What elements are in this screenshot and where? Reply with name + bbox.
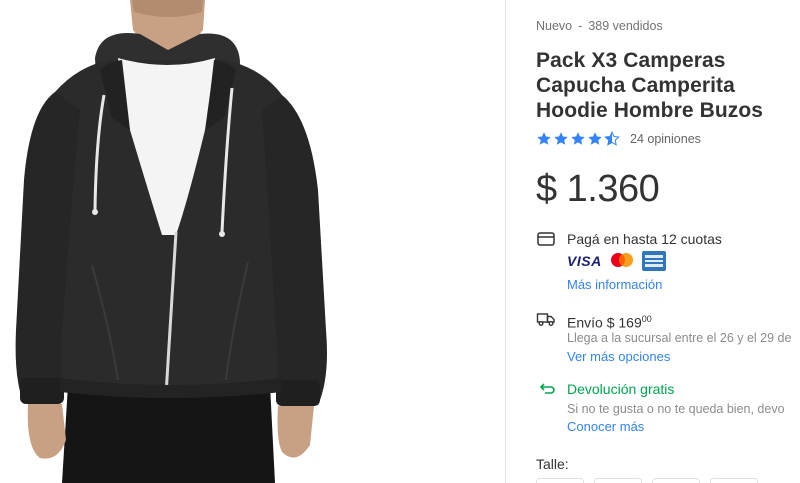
installments-text: Pagá en hasta 12 cuotas [567, 231, 722, 247]
shipping-price: Envío $ 169 [567, 314, 642, 331]
reviews-count[interactable]: 24 opiniones [630, 132, 701, 146]
product-title: Pack X3 Camperas Capucha Camperita Hoodi… [536, 49, 764, 122]
size-options [536, 478, 758, 483]
mastercard-logo [610, 253, 633, 267]
american-express-icon [641, 251, 666, 271]
size-option[interactable] [594, 478, 642, 483]
size-option[interactable] [710, 478, 758, 483]
meta-separator: - [578, 19, 583, 33]
returns-detail: Si no te gusta o no te queda bien, devo [567, 402, 785, 416]
shipping-detail: Llega a la sucursal entre el 26 y el 29 … [567, 331, 792, 345]
hoodie-model-image [15, 0, 327, 483]
return-arrow-icon [539, 383, 555, 394]
payment-more-info-link[interactable]: Más información [567, 277, 662, 292]
size-label: Talle: [536, 456, 569, 472]
price: $1.360 [536, 168, 660, 211]
condition-label: Nuevo [536, 19, 573, 33]
sold-count: 389 vendidos [588, 19, 663, 33]
price-value: 1.360 [566, 168, 660, 210]
returns-label: Devolución gratis [567, 381, 675, 397]
currency-symbol: $ [536, 168, 557, 210]
payment-cards: VISA [567, 251, 666, 271]
product-meta: Nuevo -389 vendidos [536, 19, 663, 33]
shipping-text: Envío $ 16900 [567, 310, 652, 332]
shipping-cents: 00 [641, 314, 652, 324]
amex-logo [641, 251, 666, 271]
mastercard-icon [608, 251, 636, 271]
product-info-panel: Nuevo -389 vendidos Pack X3 Camperas Capu… [536, 0, 800, 483]
star-full-icon [554, 132, 568, 145]
rating[interactable]: 24 opiniones [536, 131, 701, 147]
star-full-icon [571, 132, 585, 145]
rating-stars [536, 131, 620, 147]
shipping-more-options-link[interactable]: Ver más opciones [567, 349, 670, 364]
size-option[interactable] [536, 478, 584, 483]
returns-row: Devolución gratis [536, 380, 674, 398]
star-full-icon [588, 132, 602, 145]
credit-card-icon [537, 232, 555, 246]
size-option[interactable] [652, 478, 700, 483]
visa-icon: VISA [567, 251, 602, 271]
star-half-icon [604, 131, 620, 146]
divider [505, 0, 506, 483]
shipping-row: Envío $ 16900 [536, 310, 652, 332]
visa-logo-text: VISA [567, 253, 602, 269]
returns-more-link[interactable]: Conocer más [567, 419, 644, 434]
star-full-icon [537, 132, 551, 145]
product-image[interactable] [0, 0, 505, 483]
installments-row: Pagá en hasta 12 cuotas [536, 230, 722, 248]
truck-icon [536, 313, 555, 326]
